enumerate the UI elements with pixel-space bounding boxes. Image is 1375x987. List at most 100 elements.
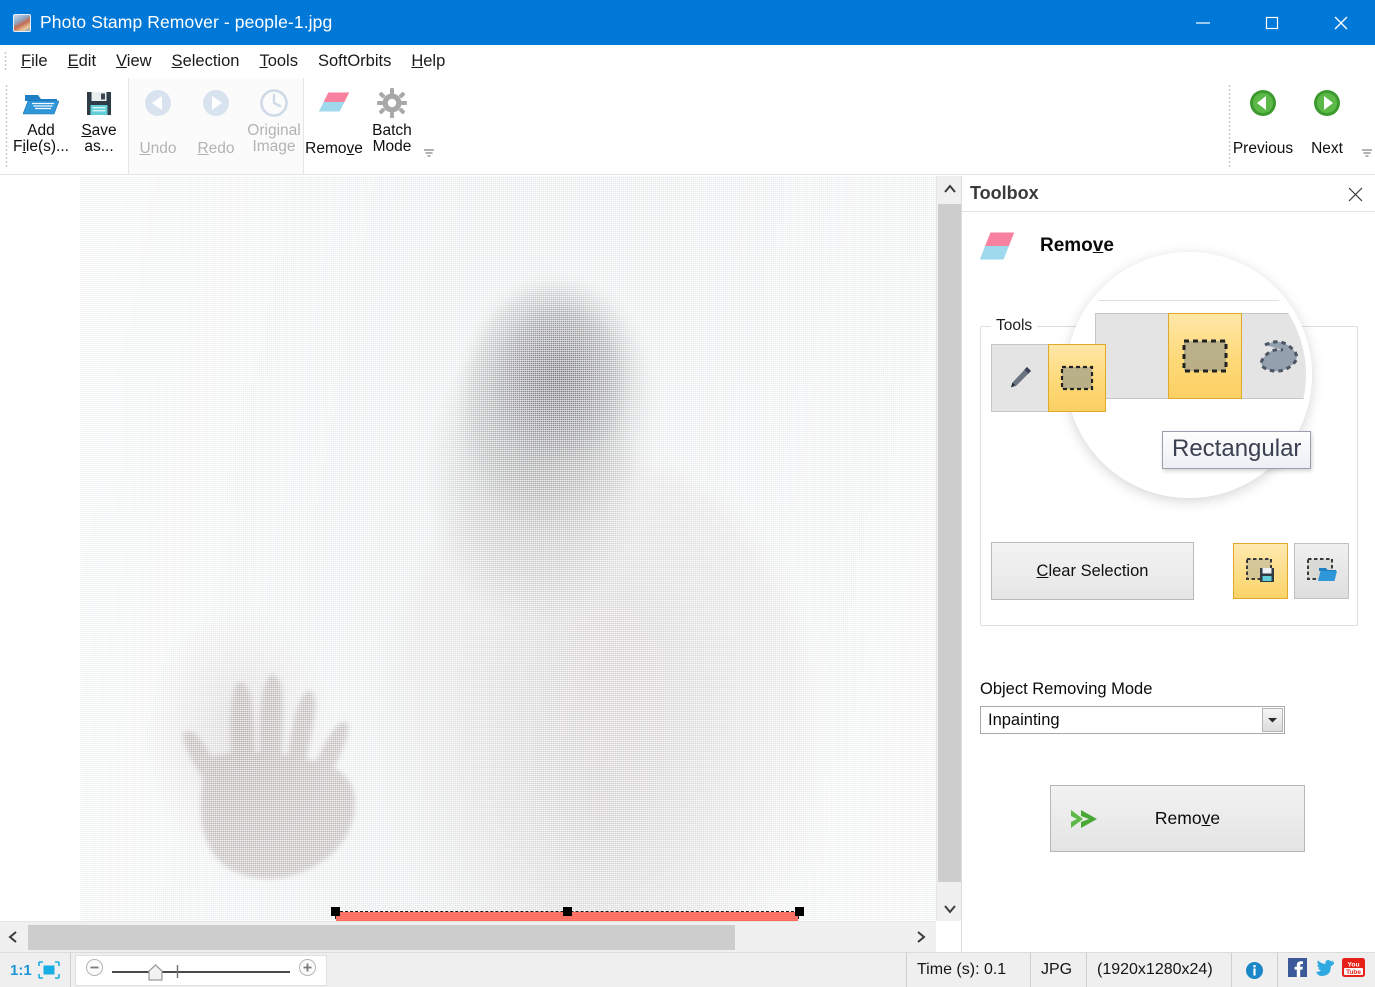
selection-actions-row: Clear Selection xyxy=(991,542,1349,600)
add-files-button[interactable]: Add File(s)... xyxy=(12,78,70,172)
window-title: Photo Stamp Remover - people-1.jpg xyxy=(40,12,333,32)
menu-item-file[interactable]: File xyxy=(11,50,58,73)
zoom-slider-tick xyxy=(176,964,179,983)
toolbox-body: Remove Tools C lear Selection Object Rem… xyxy=(962,212,1375,852)
zoom-ratio-label[interactable]: 1:1 xyxy=(0,962,38,979)
selection-handle-n[interactable] xyxy=(563,907,572,916)
save-as-button[interactable]: Save as... xyxy=(70,78,128,172)
file-format-label: JPG xyxy=(1031,952,1087,987)
zoom-out-icon[interactable] xyxy=(85,958,104,982)
processing-time-label: Time (s): 0.1 xyxy=(906,952,1031,987)
twitter-icon[interactable] xyxy=(1314,959,1335,982)
ribbon-expand-icon[interactable] xyxy=(421,146,437,164)
facebook-icon[interactable] xyxy=(1288,958,1307,982)
load-selection-icon xyxy=(1306,558,1337,581)
save-selection-icon xyxy=(1245,558,1274,582)
menu-item-softorbits[interactable]: SoftOrbits xyxy=(308,50,401,73)
green-left-arrow-icon xyxy=(1248,84,1278,122)
ribbon-group-navigation: Previous Next xyxy=(1228,78,1375,174)
nav-expand-wrap xyxy=(1359,78,1375,172)
selection-handle-ne[interactable] xyxy=(795,907,804,916)
tool-lasso-button[interactable] xyxy=(1105,344,1163,412)
vertical-scroll-thumb[interactable] xyxy=(938,204,961,882)
original-image-label: Original Image xyxy=(247,122,301,155)
batch-mode-button[interactable]: Batch Mode xyxy=(363,78,421,172)
zoom-slider-track[interactable] xyxy=(111,970,290,973)
eraser-icon xyxy=(976,229,1018,263)
hand-silhouette xyxy=(183,674,355,879)
ribbon-expand-wrap xyxy=(421,78,443,172)
add-files-label: Add File(s)... xyxy=(13,122,69,155)
menu-item-tools[interactable]: Tools xyxy=(249,50,308,73)
remove-action-button[interactable]: Remove xyxy=(1050,785,1305,852)
youtube-icon[interactable]: You Tube xyxy=(1342,958,1365,982)
menu-item-view[interactable]: View xyxy=(106,50,161,73)
image-canvas[interactable]: Censored xyxy=(0,176,936,921)
selection-handle-nw[interactable] xyxy=(331,907,340,916)
nav-expand-icon[interactable] xyxy=(1359,146,1375,164)
tool-brush-button[interactable] xyxy=(991,344,1049,412)
canvas-horizontal-scrollbar[interactable] xyxy=(0,921,936,952)
scroll-down-button[interactable] xyxy=(937,896,962,921)
scroll-up-button[interactable] xyxy=(937,176,962,201)
tool-stamp-button[interactable] xyxy=(1235,344,1293,412)
svg-text:Tube: Tube xyxy=(1346,969,1361,976)
menu-item-edit[interactable]: Edit xyxy=(58,50,106,73)
toolbox-header: Toolbox xyxy=(962,176,1375,212)
redo-arrow-icon xyxy=(199,84,233,122)
pencil-brush-icon xyxy=(1011,367,1031,388)
object-removing-mode-label: Object Removing Mode xyxy=(980,680,1153,698)
previous-label: Previous xyxy=(1232,140,1294,157)
save-selection-button[interactable] xyxy=(1233,543,1288,599)
rectangular-selection-icon xyxy=(1060,365,1094,391)
scroll-right-button[interactable] xyxy=(908,922,934,952)
horizontal-scroll-thumb[interactable] xyxy=(28,925,735,950)
remove-section-header: Remove xyxy=(962,212,1375,266)
fit-to-window-icon[interactable] xyxy=(37,961,70,979)
toolbox-title: Toolbox xyxy=(970,183,1039,203)
zoom-slider[interactable] xyxy=(74,954,327,987)
object-removing-mode-value: Inpainting xyxy=(988,710,1060,729)
undo-button[interactable]: Undo xyxy=(129,78,187,172)
zoom-in-icon[interactable] xyxy=(298,958,317,982)
maximize-button[interactable] xyxy=(1237,0,1306,45)
lasso-selection-icon xyxy=(1121,366,1149,390)
zoom-slider-thumb[interactable] xyxy=(147,963,164,987)
menu-grip-handle[interactable] xyxy=(4,50,7,72)
clock-history-icon xyxy=(257,84,291,122)
ribbon-remove-label: Remove xyxy=(305,140,363,157)
original-image-button[interactable]: Original Image xyxy=(245,78,303,172)
info-icon[interactable] xyxy=(1232,952,1278,987)
selection-rectangle[interactable]: Censored xyxy=(331,907,804,921)
undo-label: Undo xyxy=(139,140,177,157)
minimize-button[interactable] xyxy=(1168,0,1237,45)
load-selection-button[interactable] xyxy=(1294,543,1349,599)
tool-rectangular-button[interactable] xyxy=(1048,344,1106,412)
ribbon-group-actions: Remove Batch Mode xyxy=(305,78,443,174)
next-button[interactable]: Next xyxy=(1295,78,1359,172)
svg-text:You: You xyxy=(1348,961,1360,968)
figure-body-shape xyxy=(380,456,810,921)
undo-arrow-icon xyxy=(141,84,175,122)
close-button[interactable] xyxy=(1306,0,1375,45)
clear-selection-button[interactable]: Clear Selection xyxy=(991,542,1194,600)
toolbox-close-icon[interactable] xyxy=(1345,184,1365,204)
menu-item-help[interactable]: Help xyxy=(401,50,455,73)
batch-mode-label: Batch Mode xyxy=(372,122,412,155)
menu-item-selection[interactable]: Selection xyxy=(162,50,250,73)
tools-groupbox-title: Tools xyxy=(991,317,1038,335)
redo-button[interactable]: Redo xyxy=(187,78,245,172)
scroll-left-button[interactable] xyxy=(0,922,26,952)
magic-wand-icon xyxy=(1176,363,1206,393)
previous-button[interactable]: Previous xyxy=(1231,78,1295,172)
ribbon-remove-button[interactable]: Remove xyxy=(305,78,363,172)
gear-icon xyxy=(376,84,408,122)
chevron-down-icon[interactable] xyxy=(1262,708,1283,732)
object-removing-mode-select[interactable]: Inpainting xyxy=(980,706,1285,734)
save-as-label: Save as... xyxy=(81,122,117,155)
ribbon-group-history: Undo Redo Original Image xyxy=(128,78,304,174)
menu-bar: File Edit View Selection Tools SoftOrbit… xyxy=(0,45,1375,78)
canvas-vertical-scrollbar[interactable] xyxy=(936,176,961,921)
photo-image[interactable] xyxy=(80,176,936,921)
tool-magic-wand-button[interactable] xyxy=(1162,344,1220,412)
